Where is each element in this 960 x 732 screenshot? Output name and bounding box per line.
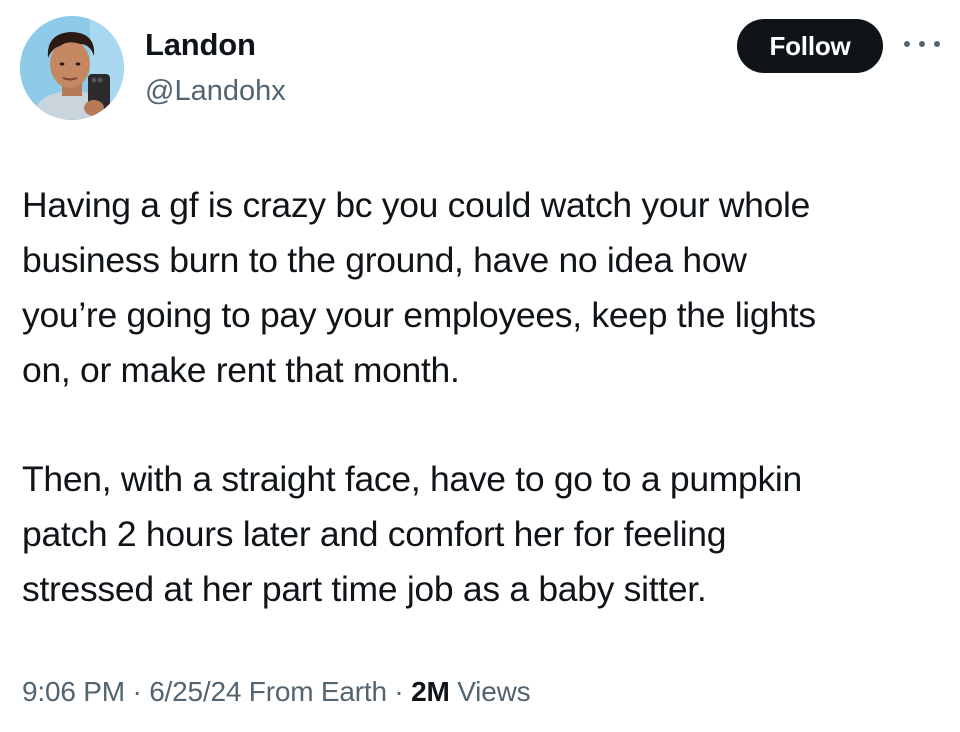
tweet-source: From Earth: [241, 676, 387, 707]
follow-button[interactable]: Follow: [737, 19, 883, 73]
views-label[interactable]: Views: [450, 676, 530, 707]
views-count[interactable]: 2M: [411, 676, 450, 707]
avatar-image: [20, 16, 124, 120]
tweet-date[interactable]: 6/25/24: [149, 676, 241, 707]
author-display-name[interactable]: Landon: [145, 26, 256, 64]
tweet-card: Landon @Landohx Follow Having a gf is cr…: [0, 0, 960, 732]
author-handle[interactable]: @Landohx: [145, 73, 286, 109]
tweet-text-paragraph-1: Having a gf is crazy bc you could watch …: [22, 185, 816, 390]
avatar[interactable]: [20, 16, 124, 120]
tweet-text-paragraph-2: Then, with a straight face, have to go t…: [22, 459, 802, 609]
meta-separator: ·: [386, 676, 412, 707]
more-dot: [934, 41, 940, 47]
more-horizontal-icon[interactable]: [904, 36, 940, 52]
meta-separator: ·: [124, 676, 150, 707]
more-dot: [904, 41, 910, 47]
tweet-time[interactable]: 9:06 PM: [22, 676, 125, 707]
more-dot: [919, 41, 925, 47]
tweet-meta: 9:06 PM · 6/25/24 From Earth · 2M Views: [22, 672, 531, 712]
